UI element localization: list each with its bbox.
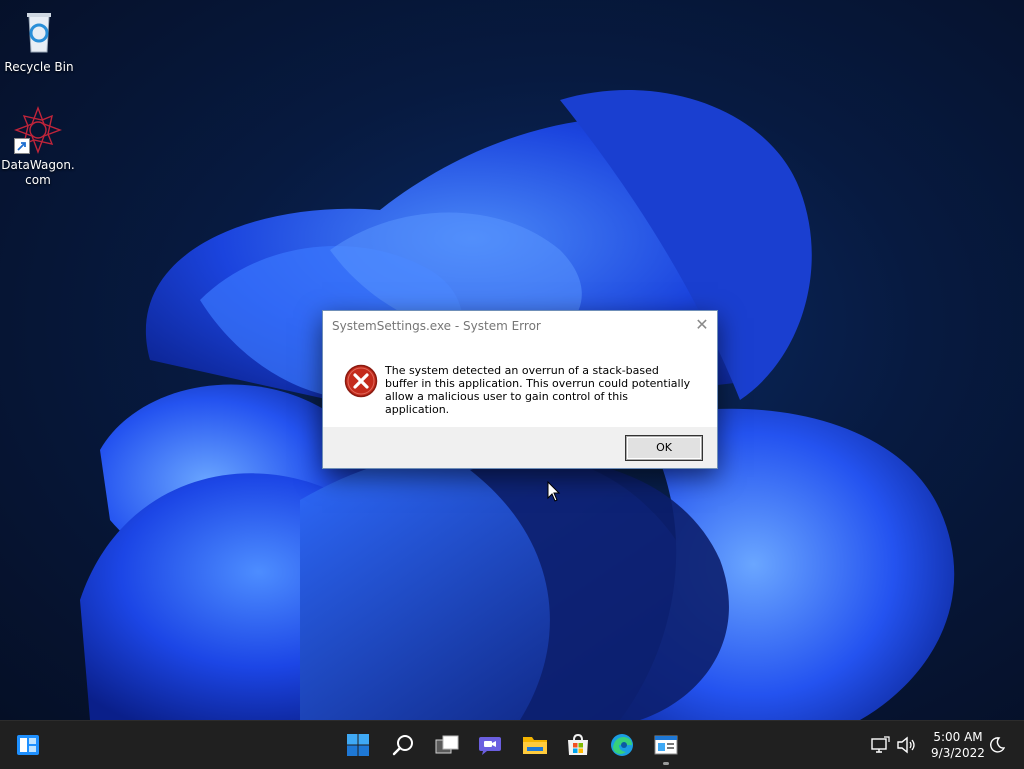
desktop[interactable]: Recycle Bin DataWagon.com SystemSettings…: [0, 0, 1024, 720]
search-icon: [392, 735, 413, 756]
search-button[interactable]: [387, 729, 419, 761]
recycle-bin-icon: [15, 8, 63, 56]
dialog-body: The system detected an overrun of a stac…: [323, 342, 717, 426]
file-explorer-button[interactable]: [519, 729, 551, 761]
close-button[interactable]: ✕: [687, 311, 717, 341]
recycle-bin-label: Recycle Bin: [4, 60, 74, 74]
dialog-titlebar[interactable]: SystemSettings.exe - System Error ✕: [323, 311, 717, 342]
recycle-bin-shortcut[interactable]: Recycle Bin: [1, 8, 77, 75]
notification-button[interactable]: [986, 729, 1008, 761]
chat-button[interactable]: [474, 729, 506, 761]
datawagon-shortcut[interactable]: DataWagon.com: [0, 106, 76, 188]
error-message: The system detected an overrun of a stac…: [385, 364, 691, 416]
mouse-pointer-icon: [547, 481, 561, 502]
file-explorer-icon: [523, 737, 547, 754]
widgets-button[interactable]: [12, 729, 44, 761]
microsoft-store-icon: [568, 733, 588, 755]
start-icon: [347, 734, 369, 756]
volume-button[interactable]: [892, 729, 920, 761]
system-settings-button[interactable]: [650, 729, 682, 765]
system-settings-icon: [654, 735, 678, 755]
widgets-icon: [17, 735, 39, 755]
network-icon: [871, 736, 890, 753]
dialog-title: SystemSettings.exe - System Error: [332, 319, 541, 333]
edge-button[interactable]: [606, 729, 638, 761]
task-view-button[interactable]: [431, 729, 463, 761]
running-indicator: [663, 762, 669, 765]
dialog-footer: OK: [323, 427, 717, 468]
taskbar: 5:00 AM 9/3/2022: [0, 720, 1024, 769]
edge-icon: [611, 734, 633, 756]
clock-time: 5:00 AM: [933, 730, 983, 744]
shortcut-arrow-icon: [14, 138, 30, 154]
datawagon-label: DataWagon.com: [1, 158, 75, 187]
do-not-disturb-moon-icon: [990, 737, 1005, 753]
error-icon: [344, 364, 378, 398]
chat-icon: [479, 737, 501, 755]
datawagon-icon: [14, 106, 62, 154]
network-button[interactable]: [866, 729, 894, 761]
system-clock[interactable]: 5:00 AM 9/3/2022: [922, 729, 994, 761]
microsoft-store-button[interactable]: [562, 729, 594, 761]
task-view-icon: [435, 735, 459, 754]
ok-button[interactable]: OK: [626, 436, 702, 460]
system-error-dialog: SystemSettings.exe - System Error ✕ The …: [322, 310, 718, 469]
clock-date: 9/3/2022: [931, 746, 985, 760]
start-button[interactable]: [342, 729, 374, 761]
volume-icon: [897, 736, 915, 754]
